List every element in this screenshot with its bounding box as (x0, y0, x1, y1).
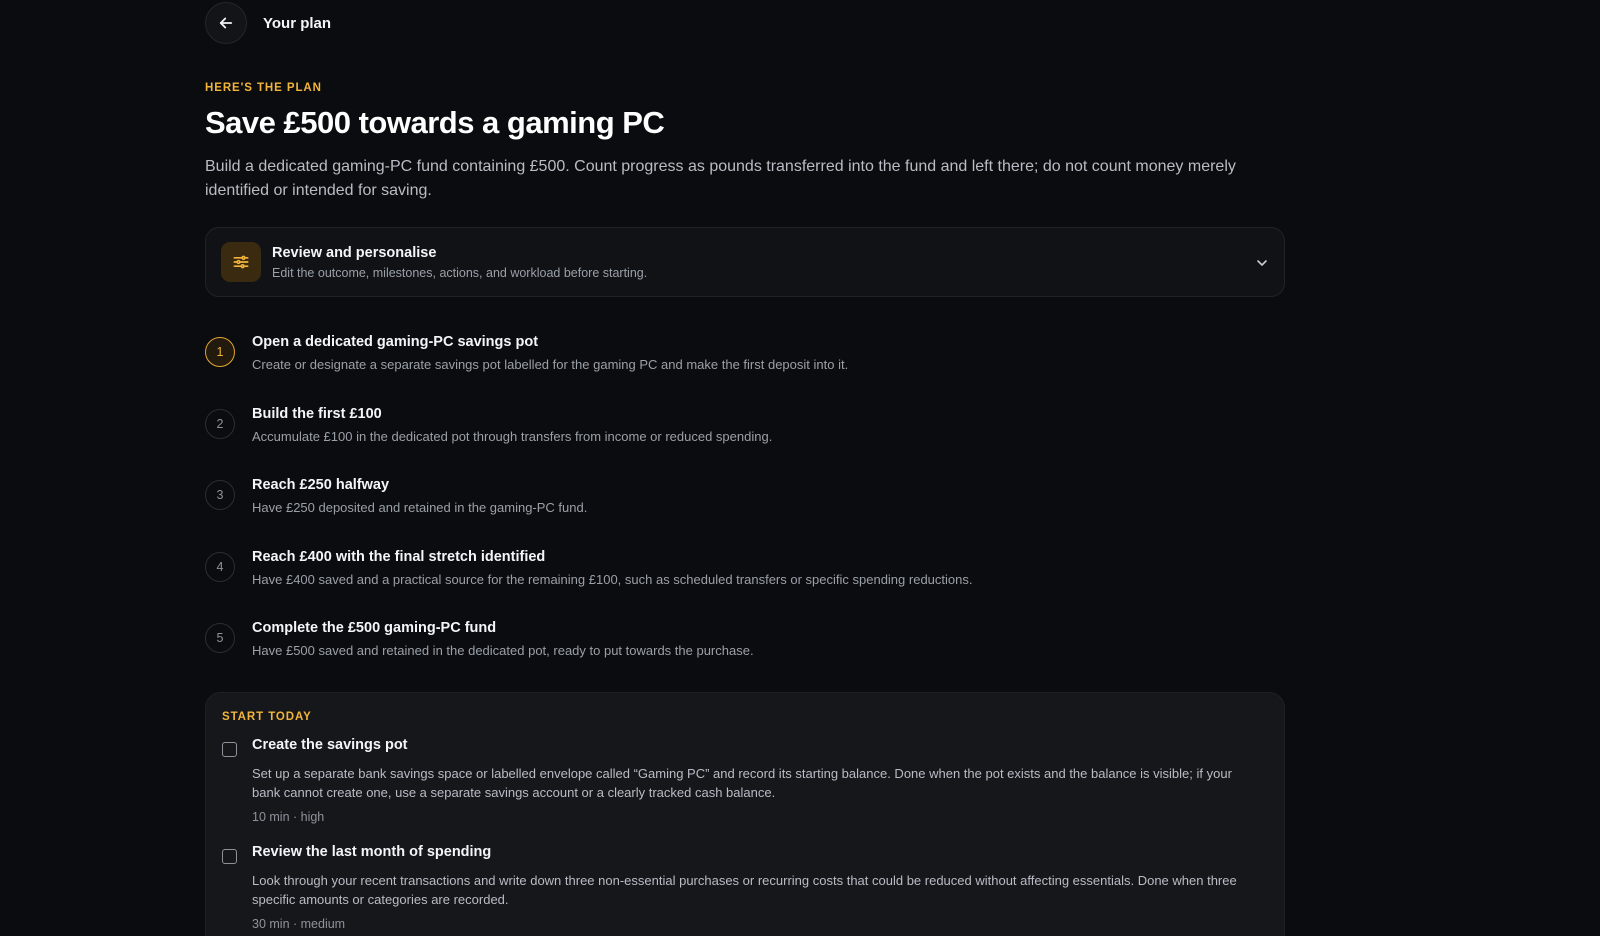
milestone-number-badge: 2 (205, 408, 235, 439)
back-button[interactable] (205, 2, 247, 44)
start-today-eyebrow: START TODAY (222, 711, 312, 723)
milestone-item[interactable]: 5 Complete the £500 gaming-PC fund Have … (205, 620, 1285, 692)
milestone-item[interactable]: 3 Reach £250 halfway Have £250 deposited… (205, 477, 1285, 549)
milestone-description: Accumulate £100 in the dedicated pot thr… (252, 428, 773, 444)
chevron-down-icon (1257, 260, 1267, 266)
milestone-list: 1 Open a dedicated gaming-PC savings pot… (205, 334, 1285, 692)
review-subtitle: Edit the outcome, milestones, actions, a… (272, 266, 648, 280)
milestone-description: Have £250 deposited and retained in the … (252, 500, 588, 515)
plan-page: Your plan HERE'S THE PLAN Save £500 towa… (0, 0, 1600, 936)
milestone-number-badge: 4 (205, 551, 235, 582)
expand-toggle[interactable] (1254, 255, 1270, 276)
milestone-title: Reach £250 halfway (252, 477, 390, 493)
arrow-left-icon (219, 17, 233, 29)
task-item: Create the savings pot Set up a separate… (222, 737, 1262, 837)
task-description: Look through your recent transactions an… (252, 873, 1237, 907)
start-today-panel: START TODAY Create the savings pot Set u… (205, 692, 1285, 936)
review-title: Review and personalise (272, 245, 437, 261)
task-item: Review the last month of spending Look t… (222, 844, 1262, 936)
milestone-number-badge: 5 (205, 623, 235, 653)
milestone-title: Build the first £100 (252, 405, 382, 422)
milestone-description: Create or designate a separate savings p… (252, 357, 849, 372)
milestone-description: Have £500 saved and retained in the dedi… (252, 643, 754, 658)
milestone-number-badge: 1 (205, 337, 235, 367)
milestone-item[interactable]: 2 Build the first £100 Accumulate £100 i… (205, 406, 1285, 478)
plan-title: Save £500 towards a gaming PC (205, 105, 665, 140)
task-meta: 10 min · high (252, 810, 325, 824)
milestone-description: Have £400 saved and a practical source f… (252, 571, 973, 587)
milestone-item[interactable]: 4 Reach £400 with the final stretch iden… (205, 549, 1285, 621)
milestone-title: Open a dedicated gaming-PC savings pot (252, 334, 539, 350)
review-icon-tile (221, 242, 261, 282)
task-title: Create the savings pot (252, 737, 408, 753)
milestone-item[interactable]: 1 Open a dedicated gaming-PC savings pot… (205, 334, 1285, 406)
plan-eyebrow: HERE'S THE PLAN (205, 82, 322, 94)
plan-header: HERE'S THE PLAN Save £500 towards a gami… (205, 82, 1287, 203)
task-checkbox[interactable] (222, 742, 237, 757)
top-bar: Your plan (205, 2, 331, 44)
review-personalise-panel[interactable]: Review and personalise Edit the outcome,… (205, 227, 1285, 297)
task-meta: 30 min · medium (252, 917, 346, 931)
sliders-icon (233, 255, 249, 269)
task-description: Set up a separate bank savings space or … (252, 766, 1232, 800)
milestone-number-badge: 3 (205, 480, 235, 510)
task-checkbox[interactable] (222, 849, 237, 864)
page-title: Your plan (263, 14, 332, 32)
milestone-title: Reach £400 with the final stretch identi… (252, 548, 546, 565)
milestone-title: Complete the £500 gaming-PC fund (252, 620, 497, 636)
plan-description: Build a dedicated gaming-PC fund contain… (205, 158, 1236, 199)
task-title: Review the last month of spending (252, 844, 492, 860)
